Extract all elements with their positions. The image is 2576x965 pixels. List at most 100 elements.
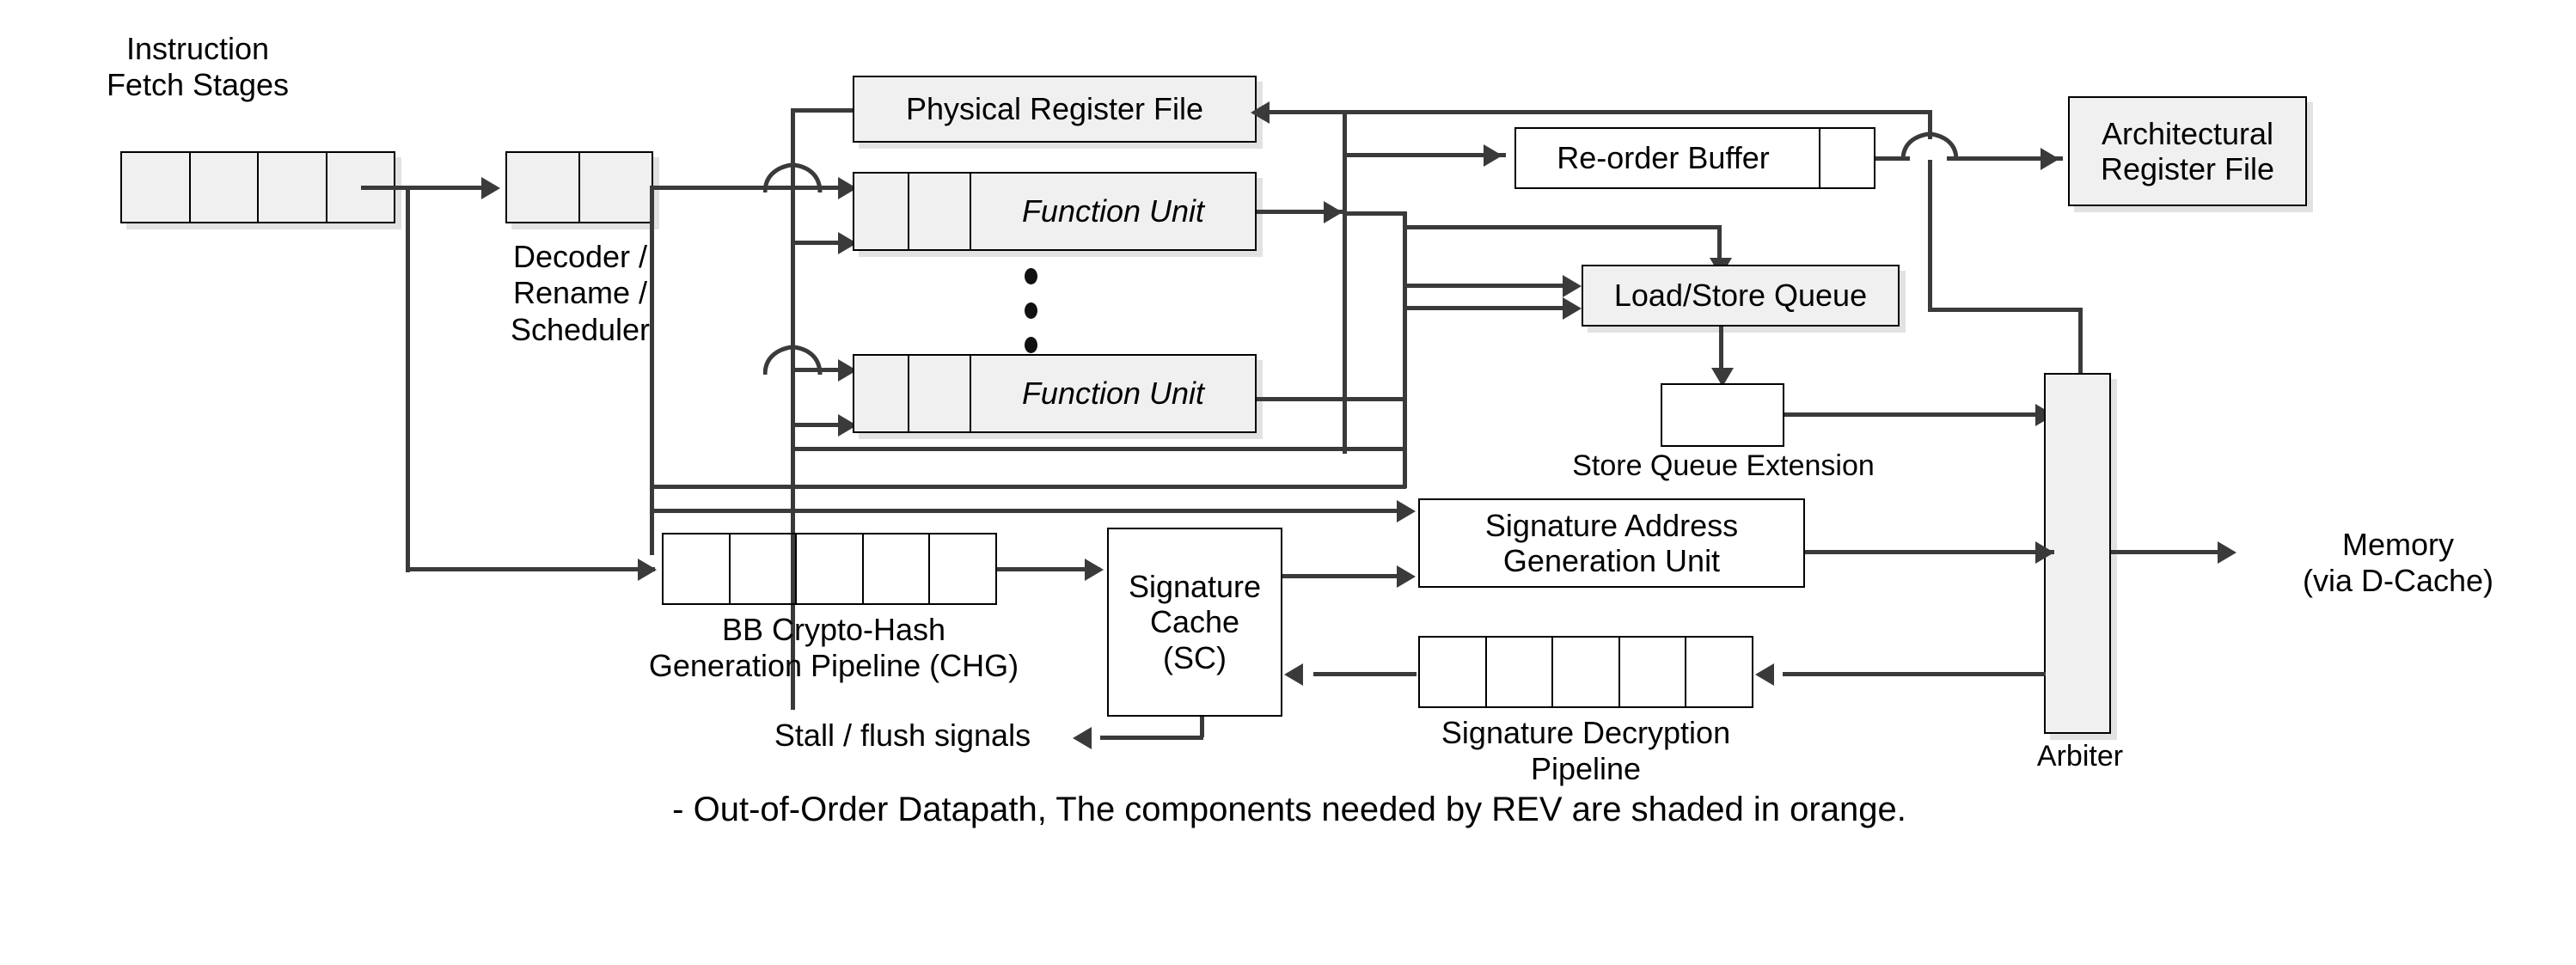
reservation-station-cell <box>909 174 971 249</box>
store-queue-extension-label: Store Queue Extension <box>1572 449 1875 482</box>
wire-decoder-drop <box>650 186 654 555</box>
wire-issue-fu-top-b <box>791 241 842 245</box>
physical-register-file-label: Physical Register File <box>905 91 1204 127</box>
wire-fetch-tap-down <box>406 186 410 572</box>
vertical-ellipsis-dot <box>1025 337 1037 353</box>
decoder-cell <box>507 153 580 222</box>
vertical-ellipsis-dot <box>1025 302 1037 319</box>
wire-commit-down <box>1928 160 1932 311</box>
arrow-sc-to-sagu <box>1397 565 1416 588</box>
function-unit-body: Function Unit <box>971 174 1255 249</box>
pipeline-cell <box>259 153 327 222</box>
arrow-fu-top-result <box>1324 201 1343 223</box>
chg-stage-cell <box>864 534 931 603</box>
wire-issue-fu-bot-a <box>791 368 842 372</box>
instruction-fetch-label: Instruction Fetch Stages <box>106 30 290 102</box>
wire-fu-bottom-top <box>1343 211 1407 216</box>
decoder-cell <box>580 153 652 222</box>
figure-caption: - Out-of-Order Datapath, The components … <box>672 791 1906 828</box>
wire-commit-to-arbiter <box>2078 308 2083 378</box>
arrow-fetch-to-decoder <box>481 177 500 199</box>
vertical-ellipsis-dot <box>1025 268 1037 284</box>
wire-to-rob <box>1343 153 1506 157</box>
wire-result-feedback <box>791 447 1405 451</box>
wire-hop-top <box>763 162 823 193</box>
function-unit-body: Function Unit <box>971 356 1255 431</box>
load-store-queue-label: Load/Store Queue <box>1613 278 1868 314</box>
arbiter-label: Arbiter <box>2036 739 2124 773</box>
chg-stage-cell <box>930 534 995 603</box>
arrow-agen-to-lsq-b <box>1563 297 1582 320</box>
memory-label: Memory (via D-Cache) <box>2302 526 2494 598</box>
arrow-sdp-to-sc <box>1284 663 1303 686</box>
arrow-rob-to-arf <box>2041 148 2059 170</box>
load-store-queue-block: Load/Store Queue <box>1582 265 1900 327</box>
wire-rob-to-prf-up <box>1928 110 1932 139</box>
wire-fu-bottom-result <box>1257 397 1407 401</box>
store-queue-extension-block <box>1661 383 1784 447</box>
arrow-decoder-to-sagu <box>1397 500 1416 522</box>
function-unit-top-block: Function Unit <box>853 172 1257 251</box>
chg-stage-cell <box>797 534 864 603</box>
architectural-register-file-block: Architectural Register File <box>2068 96 2307 206</box>
wire-rob-to-prf <box>1257 110 1932 114</box>
signature-decryption-pipeline-label: Signature Decryption Pipeline <box>1441 715 1731 787</box>
wire-agen-to-lsq-b <box>1403 306 1570 310</box>
sdp-stage-cell <box>1420 638 1487 706</box>
arrow-arbiter-to-memory <box>2218 541 2236 564</box>
pipeline-cell <box>122 153 191 222</box>
wire-sagu-to-arbiter <box>1805 550 2054 554</box>
wire-bypass-drop <box>1403 447 1407 488</box>
wire-result-bus <box>1343 110 1347 454</box>
reservation-station-cell <box>909 356 971 431</box>
signature-address-generation-unit-label: Signature Address Generation Unit <box>1484 507 1739 578</box>
decoder-label: Decoder / Rename / Scheduler <box>510 239 651 347</box>
wire-sc-stall <box>1100 736 1203 740</box>
chg-stage-cell <box>664 534 731 603</box>
signature-cache-block: Signature Cache (SC) <box>1107 528 1282 717</box>
wire-agen-to-lsq-a <box>1403 284 1570 288</box>
reorder-buffer-block: Re-order Buffer <box>1514 127 1875 189</box>
wire-issue-fu-top-a <box>791 186 842 190</box>
wire-decoder-to-sagu <box>650 509 1406 513</box>
arrow-arbiter-to-sdp <box>1755 663 1774 686</box>
arrow-to-chg <box>638 559 657 581</box>
wire-fetch-tap <box>361 186 413 190</box>
sdp-stage-cell <box>1620 638 1687 706</box>
wire-to-chg <box>406 567 655 571</box>
wire-hop-bottom <box>763 345 823 376</box>
sdp-stage-cell <box>1553 638 1620 706</box>
wire-arbiter-to-memory <box>2111 550 2231 554</box>
arrow-agen-to-lsq-a <box>1563 275 1582 297</box>
wire-issue-fu-bot-b <box>791 423 842 427</box>
arrow-chg-to-sc <box>1085 559 1104 581</box>
reorder-buffer-slot <box>1819 129 1874 187</box>
sdp-stage-cell <box>1487 638 1554 706</box>
reorder-buffer-label: Re-order Buffer <box>1557 140 1770 176</box>
chg-stage-cell <box>731 534 798 603</box>
wire-bypass-feedback <box>650 485 1406 489</box>
decoder-rename-scheduler-block <box>505 151 653 223</box>
pipeline-cell <box>191 153 259 222</box>
function-unit-bottom-label: Function Unit <box>1021 376 1205 412</box>
wire-sqe-to-arbiter <box>1784 412 2051 417</box>
wire-commit-right <box>1928 308 2083 312</box>
wire-result-down <box>1403 397 1407 450</box>
signature-cache-label: Signature Cache (SC) <box>1128 568 1262 675</box>
function-unit-bottom-block: Function Unit <box>853 354 1257 433</box>
bb-crypto-hash-pipeline-block <box>662 533 997 605</box>
signature-decryption-pipeline-block <box>1418 636 1753 708</box>
architectural-register-file-label: Architectural Register File <box>2100 115 2275 186</box>
figure-canvas: Instruction Fetch Stages Decoder / Renam… <box>0 0 2576 965</box>
wire-rob-to-lsq <box>1403 225 1721 229</box>
sdp-stage-cell <box>1686 638 1752 706</box>
signature-address-generation-unit-block: Signature Address Generation Unit <box>1418 498 1805 588</box>
bb-crypto-hash-label: BB Crypto-Hash Generation Pipeline (CHG) <box>648 612 1019 684</box>
arrow-sagu-to-arbiter <box>2035 541 2054 564</box>
stall-flush-label: Stall / flush signals <box>774 717 1031 753</box>
reservation-station-cell <box>854 356 909 431</box>
instruction-fetch-stages-block <box>120 151 395 223</box>
reservation-station-cell <box>854 174 909 249</box>
wire-sc-stall-down <box>1200 717 1204 737</box>
wire-arbiter-to-sdp <box>1783 672 2046 676</box>
